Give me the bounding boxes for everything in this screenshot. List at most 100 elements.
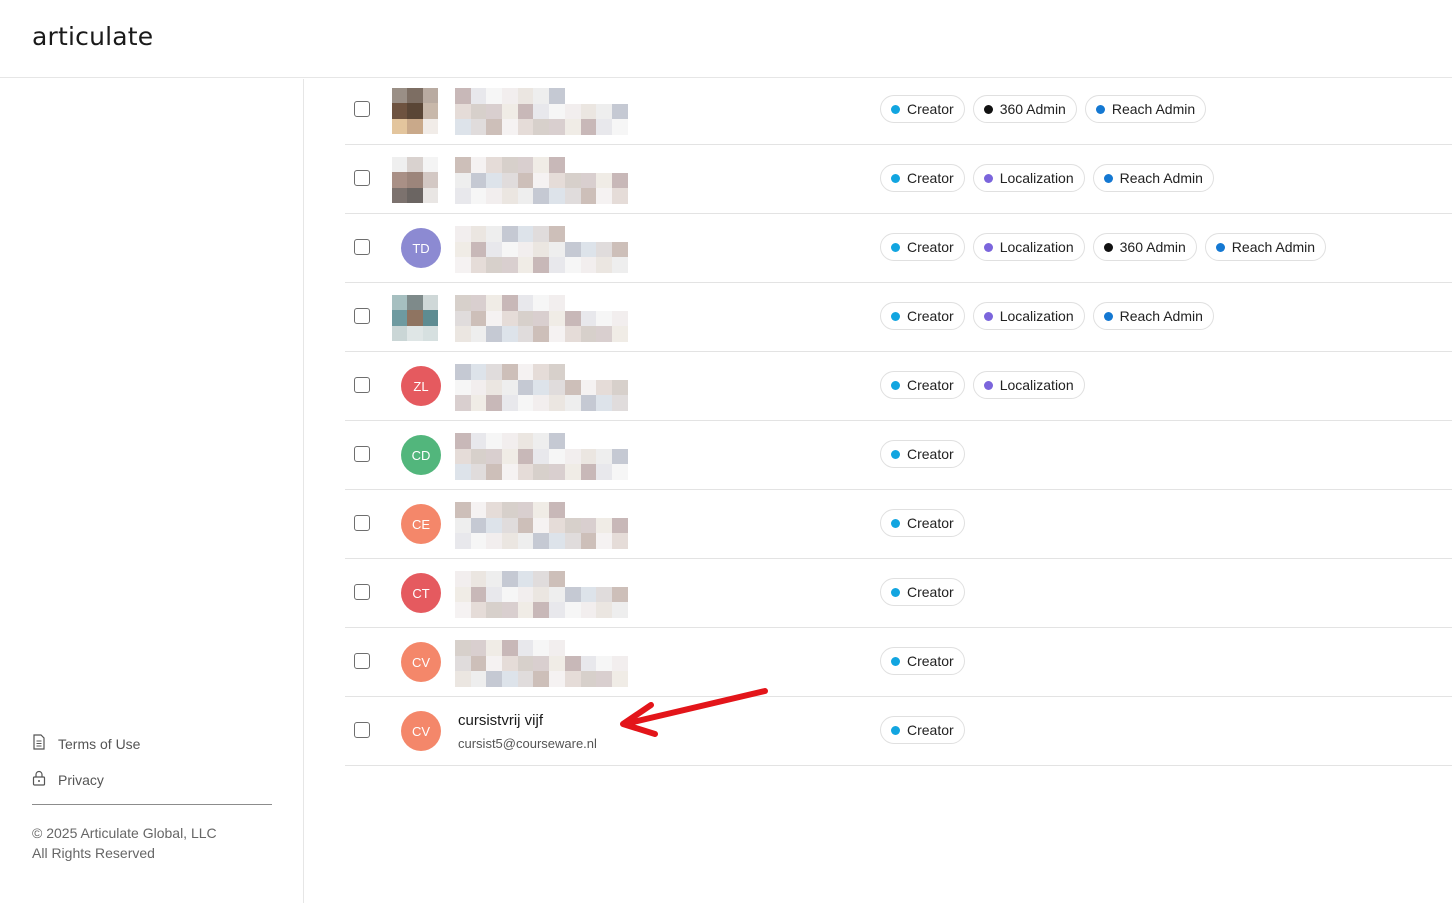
role-badges: Creator 360 Admin Reach Admin xyxy=(880,95,1207,123)
table-row[interactable]: TD Creator Localization 360 Admin Reach Admi… xyxy=(345,214,1452,283)
role-badges: Creator Localization Reach Admin xyxy=(880,164,1214,192)
role-badge-creator[interactable]: Creator xyxy=(880,233,965,261)
role-label: Creator xyxy=(907,584,954,600)
status-dot-icon xyxy=(891,242,900,252)
role-badge-reach-admin[interactable]: Reach Admin xyxy=(1204,233,1327,261)
table-row[interactable]: CV cursistvrij vijf cursist5@courseware.nl… xyxy=(345,697,1452,766)
avatar: ZL xyxy=(401,366,441,406)
privacy-link[interactable]: Privacy xyxy=(32,770,104,789)
role-label: Creator xyxy=(907,377,954,393)
copyright-line-2: All Rights Reserved xyxy=(32,845,155,861)
table-row[interactable]: Creator 360 Admin Reach Admin xyxy=(345,76,1452,145)
table-row[interactable]: Creator Localization Reach Admin xyxy=(345,145,1452,214)
user-name-redacted xyxy=(455,364,628,420)
articulate-logo[interactable]: articulate xyxy=(32,22,153,51)
user-name-redacted xyxy=(455,295,628,351)
role-label: Reach Admin xyxy=(1119,170,1203,186)
row-checkbox[interactable] xyxy=(354,170,370,186)
row-checkbox[interactable] xyxy=(354,101,370,117)
role-badge-creator[interactable]: Creator xyxy=(880,164,965,192)
role-badge-reach-admin[interactable]: Reach Admin xyxy=(1084,95,1207,123)
role-badge-creator[interactable]: Creator xyxy=(880,302,965,330)
user-name: cursistvrij vijf xyxy=(458,712,543,729)
table-row[interactable]: CT Creator xyxy=(345,559,1452,628)
row-checkbox[interactable] xyxy=(354,653,370,669)
status-dot-icon xyxy=(1103,311,1113,321)
terms-of-use-link[interactable]: Terms of Use xyxy=(32,734,140,753)
status-dot-icon xyxy=(1215,242,1225,252)
role-label: Creator xyxy=(907,653,954,669)
status-dot-icon xyxy=(891,725,900,735)
role-badge-reach-admin[interactable]: Reach Admin xyxy=(1092,302,1214,330)
role-badge-360-admin[interactable]: 360 Admin xyxy=(972,95,1077,123)
avatar: CD xyxy=(401,435,441,475)
role-badges: Creator Localization Reach Admin xyxy=(880,302,1214,330)
role-badge-creator[interactable]: Creator xyxy=(880,716,965,744)
avatar-redacted xyxy=(392,157,438,203)
status-dot-icon xyxy=(891,449,900,459)
user-name-redacted xyxy=(455,502,628,558)
status-dot-icon xyxy=(1103,173,1113,183)
role-label: Localization xyxy=(999,239,1074,255)
status-dot-icon xyxy=(983,311,993,321)
role-label: Localization xyxy=(999,308,1074,324)
sidebar: Terms of Use Privacy © 2025 Articulate G… xyxy=(0,79,304,903)
row-checkbox[interactable] xyxy=(354,239,370,255)
row-checkbox[interactable] xyxy=(354,722,370,738)
role-label: Creator xyxy=(907,170,954,186)
role-badge-reach-admin[interactable]: Reach Admin xyxy=(1092,164,1214,192)
role-label: Creator xyxy=(907,446,954,462)
user-name-redacted xyxy=(455,433,628,489)
row-checkbox[interactable] xyxy=(354,515,370,531)
status-dot-icon xyxy=(891,656,900,666)
lock-icon xyxy=(32,770,46,789)
row-checkbox[interactable] xyxy=(354,377,370,393)
user-name-redacted xyxy=(455,571,628,627)
role-label: Localization xyxy=(999,170,1074,186)
role-label: Creator xyxy=(907,101,954,117)
copyright: © 2025 Articulate Global, LLC All Rights… xyxy=(32,823,217,863)
status-dot-icon xyxy=(983,104,993,114)
role-badge-creator[interactable]: Creator xyxy=(880,647,965,675)
role-badge-creator[interactable]: Creator xyxy=(880,440,965,468)
role-badge-localization[interactable]: Localization xyxy=(972,164,1085,192)
table-row[interactable]: CE Creator xyxy=(345,490,1452,559)
row-checkbox[interactable] xyxy=(354,308,370,324)
copyright-line-1: © 2025 Articulate Global, LLC xyxy=(32,825,217,841)
user-email: cursist5@courseware.nl xyxy=(458,736,597,751)
role-badge-localization[interactable]: Localization xyxy=(972,371,1085,399)
status-dot-icon xyxy=(891,587,900,597)
role-badge-360-admin[interactable]: 360 Admin xyxy=(1092,233,1197,261)
avatar: CT xyxy=(401,573,441,613)
role-badge-creator[interactable]: Creator xyxy=(880,509,965,537)
user-name-redacted xyxy=(455,640,628,696)
row-checkbox[interactable] xyxy=(354,446,370,462)
status-dot-icon xyxy=(1103,242,1113,252)
terms-of-use-label: Terms of Use xyxy=(58,735,141,752)
table-row[interactable]: CV Creator xyxy=(345,628,1452,697)
row-checkbox[interactable] xyxy=(354,584,370,600)
role-badge-creator[interactable]: Creator xyxy=(880,578,965,606)
table-row[interactable]: Creator Localization Reach Admin xyxy=(345,283,1452,352)
role-label: Reach Admin xyxy=(1231,239,1316,255)
table-row[interactable]: CD Creator xyxy=(345,421,1452,490)
status-dot-icon xyxy=(891,311,900,321)
annotation-arrow-icon xyxy=(620,688,768,737)
role-badge-localization[interactable]: Localization xyxy=(972,233,1085,261)
footer-divider xyxy=(32,804,272,805)
role-label: Localization xyxy=(999,377,1074,393)
avatar: CV xyxy=(401,642,441,682)
role-badge-creator[interactable]: Creator xyxy=(880,371,965,399)
avatar-redacted xyxy=(392,88,438,134)
role-badge-localization[interactable]: Localization xyxy=(972,302,1085,330)
table-row[interactable]: ZL Creator Localization xyxy=(345,352,1452,421)
role-label: Creator xyxy=(907,239,954,255)
user-name-redacted xyxy=(455,226,628,282)
app-header: articulate xyxy=(0,0,1452,78)
role-badge-creator[interactable]: Creator xyxy=(880,95,965,123)
user-name-redacted xyxy=(455,157,628,213)
role-badges: Creator xyxy=(880,716,965,744)
role-badges: Creator xyxy=(880,647,965,675)
document-icon xyxy=(32,734,46,753)
status-dot-icon xyxy=(983,380,993,390)
